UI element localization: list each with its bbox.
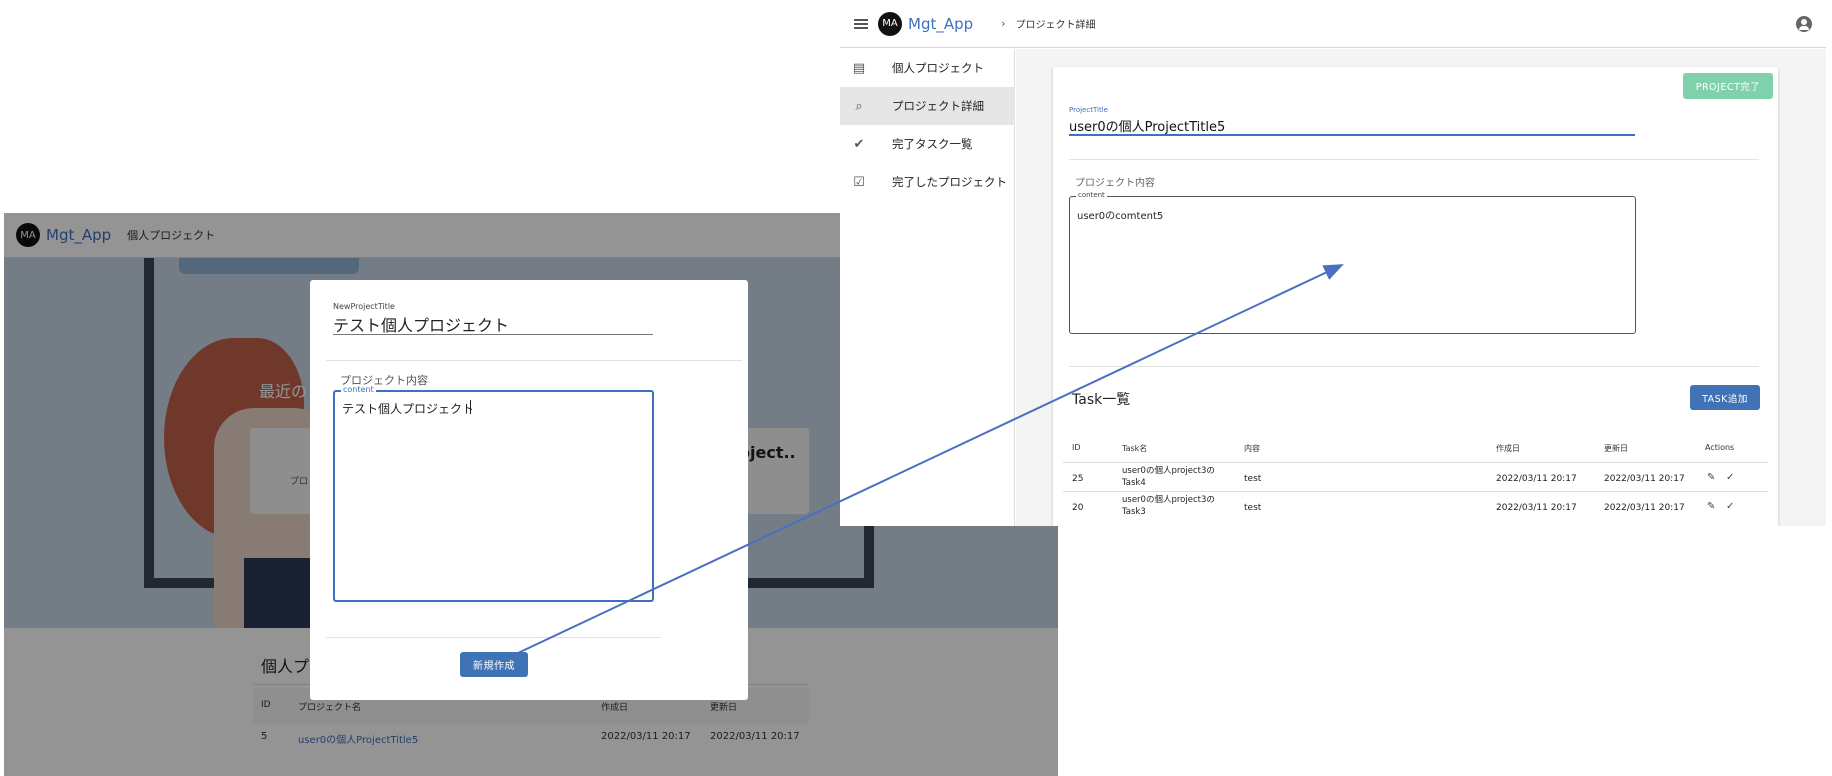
file-search-icon: ⌕	[855, 98, 863, 114]
main-content: PROJECT完了 ProjectTitle user0の個人ProjectTi…	[1016, 49, 1826, 526]
sidebar-item-label: 完了したプロジェクト	[892, 175, 1007, 189]
task-name-line: Task4	[1122, 478, 1146, 488]
sidebar-item-label: 個人プロジェクト	[892, 61, 984, 75]
sidebar-item-label: プロジェクト詳細	[892, 99, 984, 113]
edit-icon[interactable]: ✎	[1707, 472, 1715, 483]
content-label: content	[1076, 191, 1107, 199]
divider	[1069, 159, 1759, 160]
cell-task-name: user0の個人project3の Task3	[1122, 494, 1215, 518]
account-icon[interactable]	[1796, 15, 1812, 32]
breadcrumb: プロジェクト詳細	[1015, 20, 1096, 31]
divider	[1063, 491, 1768, 492]
content-value: テスト個人プロジェクト	[342, 402, 475, 416]
title-underline	[333, 334, 653, 335]
task-list-heading: Task一覧	[1072, 392, 1131, 408]
content-label: content	[341, 385, 376, 394]
sidebar-item-project-detail[interactable]: ⌕ プロジェクト詳細	[840, 87, 1015, 125]
cell-updated: 2022/03/11 20:17	[1604, 474, 1685, 484]
task-name-line: user0の個人project3の	[1122, 466, 1215, 476]
column-header: 作成日	[1496, 444, 1520, 453]
section-label: プロジェクト内容	[1075, 178, 1155, 189]
title-label: ProjectTitle	[1069, 106, 1108, 114]
cell-id: 20	[1072, 503, 1084, 513]
new-project-dialog: NewProjectTitle テスト個人プロジェクト プロジェクト内容 con…	[310, 280, 748, 700]
document-icon: ▤	[852, 60, 866, 76]
sidebar-item-completed-tasks[interactable]: ✔ 完了タスク一覧	[840, 125, 1015, 163]
sidebar-item-label: 完了タスク一覧	[892, 137, 973, 151]
cell-content: test	[1244, 474, 1262, 484]
project-detail-card: PROJECT完了 ProjectTitle user0の個人ProjectTi…	[1053, 67, 1778, 526]
column-header: 内容	[1244, 444, 1260, 453]
column-header: ID	[1072, 443, 1081, 452]
app-title[interactable]: Mgt_App	[908, 15, 973, 33]
add-task-button[interactable]: TASK追加	[1690, 385, 1760, 410]
sidebar-item-personal-projects[interactable]: ▤ 個人プロジェクト	[840, 49, 1015, 87]
check-icon[interactable]: ✓	[1726, 501, 1734, 512]
cell-task-name: user0の個人project3の Task4	[1122, 465, 1215, 489]
edit-icon[interactable]: ✎	[1707, 501, 1715, 512]
cell-created: 2022/03/11 20:17	[1496, 503, 1577, 513]
content-textarea[interactable]: content テスト個人プロジェクト	[333, 385, 654, 602]
create-button[interactable]: 新規作成	[460, 652, 528, 677]
task-name-line: user0の個人project3の	[1122, 495, 1215, 505]
column-header: Actions	[1705, 443, 1735, 452]
text-cursor	[470, 400, 471, 414]
content-textarea[interactable]: content user0のcomtent5	[1069, 191, 1636, 334]
column-header: Task名	[1122, 444, 1148, 453]
calendar-check-icon: ☑	[853, 174, 865, 190]
cell-updated: 2022/03/11 20:17	[1604, 503, 1685, 513]
cell-id: 25	[1072, 474, 1084, 484]
avatar[interactable]: MA	[878, 11, 902, 36]
divider	[1063, 462, 1768, 463]
check-icon[interactable]: ✓	[1726, 472, 1734, 483]
column-header: 更新日	[1604, 444, 1628, 453]
divider	[326, 360, 742, 361]
title-label: NewProjectTitle	[333, 302, 395, 311]
app-bar: MA Mgt_App › プロジェクト詳細	[840, 0, 1826, 48]
title-underline	[1069, 134, 1635, 136]
right-screenshot: MA Mgt_App › プロジェクト詳細 ▤ 個人プロジェクト ⌕ プロジェク…	[840, 0, 1826, 526]
content-value: user0のcomtent5	[1077, 211, 1164, 222]
cell-created: 2022/03/11 20:17	[1496, 474, 1577, 484]
divider	[1069, 366, 1759, 367]
task-name-line: Task3	[1122, 507, 1146, 517]
cell-content: test	[1244, 503, 1262, 513]
title-input[interactable]: user0の個人ProjectTitle5	[1069, 116, 1225, 135]
title-input[interactable]: テスト個人プロジェクト	[333, 312, 509, 336]
menu-icon[interactable]	[854, 18, 868, 29]
sidebar: ▤ 個人プロジェクト ⌕ プロジェクト詳細 ✔ 完了タスク一覧 ☑ 完了したプロ…	[840, 49, 1015, 526]
complete-project-button[interactable]: PROJECT完了	[1683, 73, 1773, 99]
divider	[326, 637, 661, 638]
check-circle-icon: ✔	[853, 136, 865, 152]
sidebar-item-completed-projects[interactable]: ☑ 完了したプロジェクト	[840, 163, 1015, 201]
chevron-right-icon: ›	[1001, 17, 1006, 30]
